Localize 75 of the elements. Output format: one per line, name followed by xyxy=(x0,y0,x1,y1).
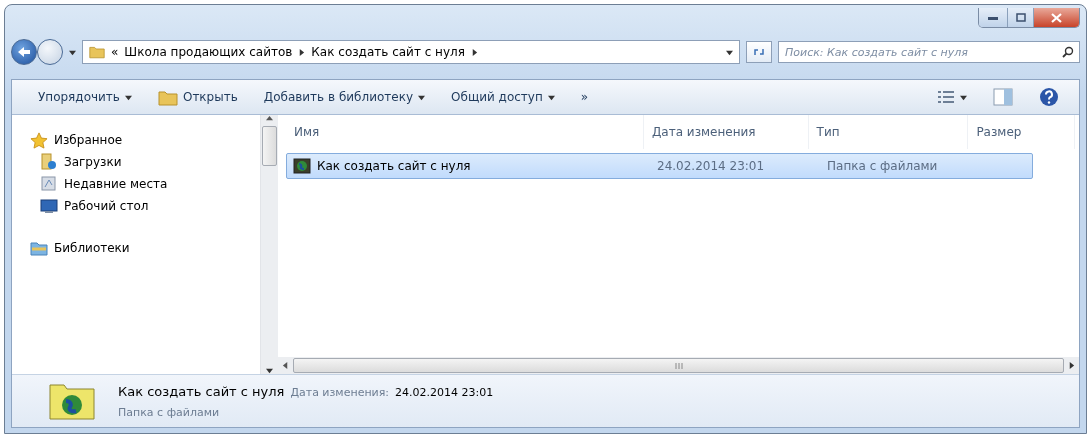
nav-label: Библиотеки xyxy=(54,241,130,255)
item-name: Как создать сайт с нуля xyxy=(118,383,285,399)
item-type: Папка с файлами xyxy=(118,405,221,419)
column-header[interactable]: Имя xyxy=(286,115,644,149)
forward-button[interactable] xyxy=(37,39,63,65)
overflow-chevron[interactable]: « xyxy=(111,45,119,59)
desktop-icon xyxy=(40,198,58,214)
view-options-button[interactable] xyxy=(935,88,969,106)
folder-icon xyxy=(157,88,178,106)
down-arrow-icon xyxy=(960,93,967,101)
right-arrow-icon xyxy=(298,48,306,56)
nav-label: Избранное xyxy=(54,133,123,147)
maximize-button[interactable] xyxy=(1007,8,1033,27)
grip-icon xyxy=(674,362,683,369)
nav-label: Недавние места xyxy=(64,177,168,191)
column-header[interactable]: Размер xyxy=(968,115,1075,149)
help-icon xyxy=(1039,87,1059,107)
preview-pane-icon xyxy=(993,88,1013,106)
breadcrumb[interactable]: Как создать сайт с нуля xyxy=(311,45,465,59)
globe-folder-icon xyxy=(48,381,96,421)
down-arrow-icon xyxy=(418,93,426,101)
file-name: Как создать сайт с нуля xyxy=(317,159,471,173)
left-arrow-icon xyxy=(282,362,289,369)
back-button[interactable] xyxy=(11,39,37,65)
down-arrow-icon xyxy=(726,48,733,56)
nav-item[interactable]: Избранное xyxy=(30,129,260,151)
nav-item[interactable]: Библиотеки xyxy=(30,237,260,259)
nav-label: Рабочий стол xyxy=(64,199,149,213)
folder-icon xyxy=(89,45,105,59)
nav-item[interactable]: Недавние места xyxy=(40,173,260,195)
horizontal-scrollbar[interactable] xyxy=(278,357,1079,374)
search-icon xyxy=(1062,46,1074,58)
scroll-thumb[interactable] xyxy=(262,126,277,166)
file-type: Папка с файлами xyxy=(827,159,938,173)
close-button[interactable] xyxy=(1033,8,1079,27)
minimize-button[interactable] xyxy=(979,8,1007,27)
down-arrow-icon xyxy=(547,93,555,101)
close-icon xyxy=(1051,12,1062,23)
right-arrow-icon xyxy=(470,48,478,56)
toolbar-button[interactable]: Упорядочить xyxy=(36,88,134,106)
file-date: 24.02.2014 23:01 xyxy=(657,159,765,173)
refresh-icon xyxy=(753,47,765,57)
toolbar-button[interactable]: Общий доступ xyxy=(449,88,557,106)
breadcrumb[interactable]: Школа продающих сайтов xyxy=(124,45,293,59)
vertical-scrollbar[interactable] xyxy=(260,115,278,374)
search-field[interactable]: Поиск: Как создать сайт с нуля xyxy=(778,41,1080,63)
library-icon xyxy=(30,240,48,256)
help-button[interactable] xyxy=(1037,85,1061,109)
down-arrow-icon xyxy=(124,93,132,101)
nav-label: Загрузки xyxy=(64,155,122,169)
up-arrow-icon xyxy=(266,115,273,122)
column-header[interactable]: Дата изменения xyxy=(643,115,809,149)
more-button[interactable]: » xyxy=(578,88,591,106)
back-arrow-icon xyxy=(17,46,31,58)
down-arrow-icon xyxy=(69,48,76,56)
date-label: Дата изменения: xyxy=(290,385,390,399)
scroll-thumb[interactable] xyxy=(293,358,1064,373)
down-arrow-icon xyxy=(266,367,273,374)
minimize-icon xyxy=(988,15,998,20)
toolbar-button[interactable]: Открыть xyxy=(155,86,240,108)
file-row[interactable]: Как создать сайт с нуля 24.02.2014 23:01 Папка с файлами xyxy=(286,153,1033,179)
right-arrow-icon xyxy=(1068,362,1075,369)
globe-folder-icon xyxy=(293,158,311,174)
download-folder-icon xyxy=(40,153,58,171)
address-bar[interactable]: « Школа продающих сайтов Как создать сайт с нуля xyxy=(82,40,740,64)
date-value: 24.02.2014 23:01 xyxy=(395,385,494,399)
refresh-button[interactable] xyxy=(746,41,772,63)
nav-item[interactable]: Загрузки xyxy=(40,151,260,173)
recent-places-icon xyxy=(40,175,58,193)
toolbar-button[interactable]: Добавить в библиотеку xyxy=(261,88,428,106)
column-header[interactable]: Тип xyxy=(808,115,969,149)
star-icon xyxy=(30,131,48,149)
list-view-icon xyxy=(937,90,955,104)
maximize-icon xyxy=(1015,13,1026,22)
nav-item[interactable]: Рабочий стол xyxy=(40,195,260,217)
